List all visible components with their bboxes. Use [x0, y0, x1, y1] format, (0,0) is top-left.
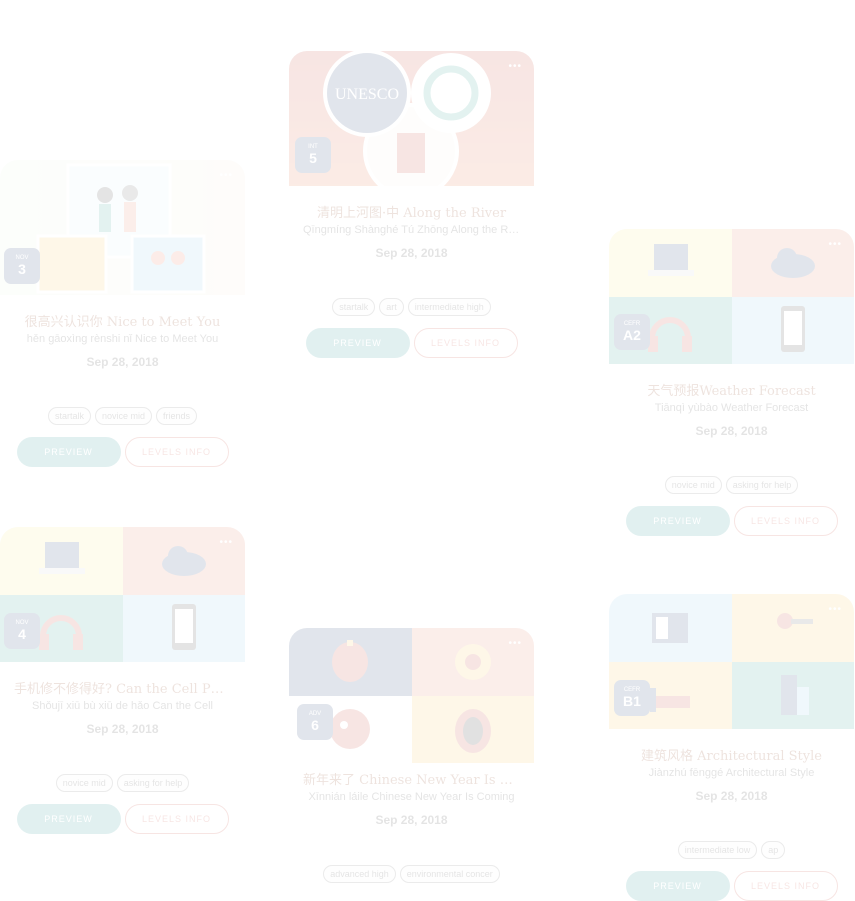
level-badge: NOV 3 — [4, 248, 40, 284]
card-actions: PREVIEW LEVELS INFO — [289, 328, 534, 358]
card-title[interactable]: 建筑风格 Architectural Style — [623, 745, 840, 764]
level-badge: CEFR A2 — [614, 314, 650, 350]
lesson-card[interactable]: UNESCO ••• INT 5 清明上河图·中 Along the River… — [289, 51, 534, 358]
level-badge: INT 5 — [295, 137, 331, 173]
card-subtitle: Tiānqì yùbào Weather Forecast — [654, 402, 809, 414]
card-title[interactable]: 清明上河图·中 Along the River — [303, 202, 520, 221]
window-icon — [609, 594, 732, 662]
levels-info-button[interactable]: LEVELS INFO — [733, 506, 838, 536]
tag-list: startalk novice mid friends — [0, 407, 245, 425]
card-date: Sep 28, 2018 — [695, 789, 768, 803]
level-badge: ADV 6 — [297, 704, 333, 740]
tag[interactable]: asking for help — [725, 476, 799, 494]
card-thumbnail[interactable]: ••• CEFR B1 — [609, 594, 854, 729]
level-badge: CEFR B1 — [614, 680, 650, 716]
card-title[interactable]: 新年来了 Chinese New Year Is Coming — [303, 769, 520, 788]
tag-list: intermediate low ap — [609, 841, 854, 859]
svg-text:UNESCO: UNESCO — [335, 86, 399, 103]
lesson-card[interactable]: ••• NOV 4 手机修不修得好? Can the Cell Phone Sh… — [0, 527, 245, 834]
card-date: Sep 28, 2018 — [86, 722, 159, 736]
laptop-icon — [0, 527, 123, 595]
badge-value: A2 — [623, 327, 641, 343]
opera-mask-icon — [411, 695, 534, 763]
card-subtitle: hěn gāoxìng rènshi nǐ Nice to Meet You — [26, 333, 219, 345]
badge-value: 4 — [18, 626, 26, 642]
preview-button[interactable]: PREVIEW — [16, 437, 121, 467]
levels-info-button[interactable]: LEVELS INFO — [124, 804, 229, 834]
card-subtitle: Shǒujī xiū bù xiū de hǎo Can the Cell — [31, 700, 213, 712]
levels-info-button[interactable]: LEVELS INFO — [124, 437, 229, 467]
card-thumbnail[interactable]: ••• NOV 3 — [0, 160, 245, 295]
card-date: Sep 28, 2018 — [375, 246, 448, 260]
new-year-icons — [289, 628, 534, 763]
card-actions: PREVIEW LEVELS INFO — [0, 804, 245, 834]
tag[interactable]: ap — [761, 841, 786, 859]
more-icon[interactable]: ••• — [219, 537, 233, 548]
more-icon[interactable]: ••• — [219, 170, 233, 181]
more-icon[interactable]: ••• — [508, 638, 522, 649]
laptop-icon — [609, 229, 732, 297]
card-actions: PREVIEW LEVELS INFO — [609, 506, 854, 536]
level-badge: NOV 4 — [4, 613, 40, 649]
card-date: Sep 28, 2018 — [695, 424, 768, 438]
card-title[interactable]: 天气预报Weather Forecast — [623, 380, 840, 399]
levels-info-button[interactable]: LEVELS INFO — [733, 871, 838, 901]
badge-value: 3 — [18, 261, 26, 277]
card-thumbnail[interactable]: ••• NOV 4 — [0, 527, 245, 662]
levels-info-button[interactable]: LEVELS INFO — [413, 328, 518, 358]
card-thumbnail[interactable]: UNESCO ••• INT 5 — [289, 51, 534, 186]
preview-button[interactable]: PREVIEW — [625, 871, 730, 901]
tag[interactable]: friends — [156, 407, 198, 425]
card-date: Sep 28, 2018 — [375, 813, 448, 827]
card-thumbnail[interactable]: ••• CEFR A2 — [609, 229, 854, 364]
building-icon — [731, 661, 854, 729]
lesson-card[interactable]: ••• ADV 6 新年来了 Chinese New Year Is Comin… — [289, 628, 534, 883]
tag[interactable]: intermediate high — [407, 298, 491, 316]
phone-icon — [122, 594, 245, 662]
tag-list: novice mid asking for help — [0, 774, 245, 792]
more-icon[interactable]: ••• — [508, 61, 522, 72]
card-thumbnail[interactable]: ••• ADV 6 — [289, 628, 534, 763]
card-actions: PREVIEW LEVELS INFO — [609, 871, 854, 901]
badge-value: 5 — [309, 150, 317, 166]
lesson-card[interactable]: ••• CEFR A2 天气预报Weather Forecast Tiānqì … — [609, 229, 854, 536]
phone-icon — [731, 296, 854, 364]
tag[interactable]: intermediate low — [677, 841, 758, 859]
lesson-card[interactable]: ••• CEFR B1 建筑风格 Architectural Style Jià… — [609, 594, 854, 901]
card-title[interactable]: 很高兴认识你 Nice to Meet You — [14, 311, 231, 330]
preview-button[interactable]: PREVIEW — [16, 804, 121, 834]
preview-button[interactable]: PREVIEW — [625, 506, 730, 536]
lesson-card[interactable]: ••• NOV 3 很高兴认识你 Nice to Meet You hěn gā… — [0, 160, 245, 467]
tag[interactable]: environmental concer — [399, 865, 500, 883]
lantern-icon — [289, 628, 412, 696]
tag[interactable]: art — [379, 298, 404, 316]
more-icon[interactable]: ••• — [828, 239, 842, 250]
card-actions: PREVIEW LEVELS INFO — [0, 437, 245, 467]
tag[interactable]: advanced high — [323, 865, 396, 883]
tag[interactable]: novice mid — [664, 476, 722, 494]
card-subtitle: Xīnnián láile Chinese New Year Is Coming — [308, 791, 515, 803]
tag[interactable]: asking for help — [116, 774, 190, 792]
tag[interactable]: novice mid — [94, 407, 153, 425]
preview-button[interactable]: PREVIEW — [305, 328, 410, 358]
tag-list: startalk art intermediate high — [289, 298, 534, 316]
badge-value: 6 — [311, 717, 319, 733]
tag-list: novice mid asking for help — [609, 476, 854, 494]
tag[interactable]: startalk — [47, 407, 91, 425]
badge-value: B1 — [623, 693, 641, 709]
tag[interactable]: startalk — [332, 298, 376, 316]
card-subtitle: Qīngmíng Shànghé Tú Zhōng Along the Rive… — [303, 224, 520, 236]
tag-list: advanced high environmental concer — [289, 865, 534, 883]
tag[interactable]: novice mid — [55, 774, 113, 792]
more-icon[interactable]: ••• — [828, 604, 842, 615]
card-subtitle: Jiànzhú fēnggé Architectural Style — [648, 767, 815, 779]
card-title[interactable]: 手机修不修得好? Can the Cell Phone — [14, 678, 231, 697]
card-date: Sep 28, 2018 — [86, 355, 159, 369]
